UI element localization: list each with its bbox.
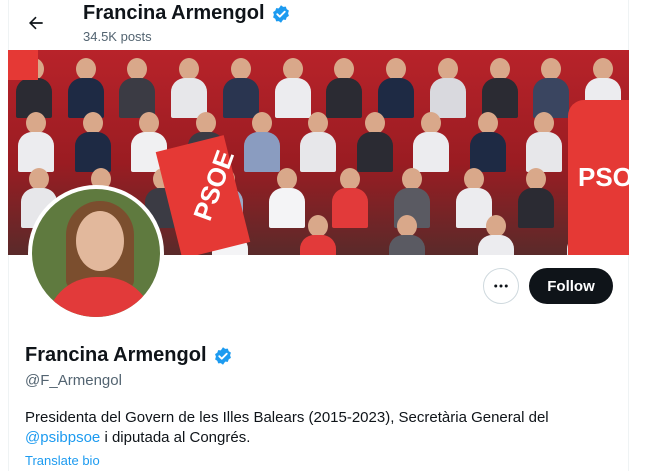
bio-text: i diputada al Congrés.	[100, 429, 251, 446]
back-button[interactable]	[22, 9, 50, 37]
posts-count: 34.5K posts	[83, 29, 152, 44]
bio-text: Presidenta del Govern de les Illes Balea…	[25, 409, 549, 426]
flag-text: PSOE	[578, 162, 629, 192]
back-arrow-icon	[29, 16, 43, 30]
top-bar: Francina Armengol 34.5K posts	[0, 0, 650, 48]
crowd-row	[8, 58, 629, 118]
profile-handle: @F_Armengol	[25, 372, 122, 389]
header-name: Francina Armengol	[83, 2, 265, 24]
profile-name: Francina Armengol	[25, 344, 207, 366]
more-options-button[interactable]	[483, 268, 519, 304]
profile-name-row: Francina Armengol	[25, 344, 233, 367]
crowd-row	[8, 112, 629, 172]
verified-badge-icon[interactable]	[213, 346, 233, 366]
flag	[8, 50, 38, 80]
translate-bio-link[interactable]: Translate bio	[25, 453, 100, 468]
verified-badge-icon	[272, 4, 289, 23]
bio-mention-link[interactable]: @psibpsoe	[25, 429, 100, 446]
profile-avatar[interactable]	[28, 185, 164, 321]
header-title: Francina Armengol	[83, 2, 291, 25]
more-options-icon	[494, 284, 508, 288]
profile-bio: Presidenta del Govern de les Illes Balea…	[25, 408, 615, 448]
follow-button[interactable]: Follow	[529, 268, 613, 304]
